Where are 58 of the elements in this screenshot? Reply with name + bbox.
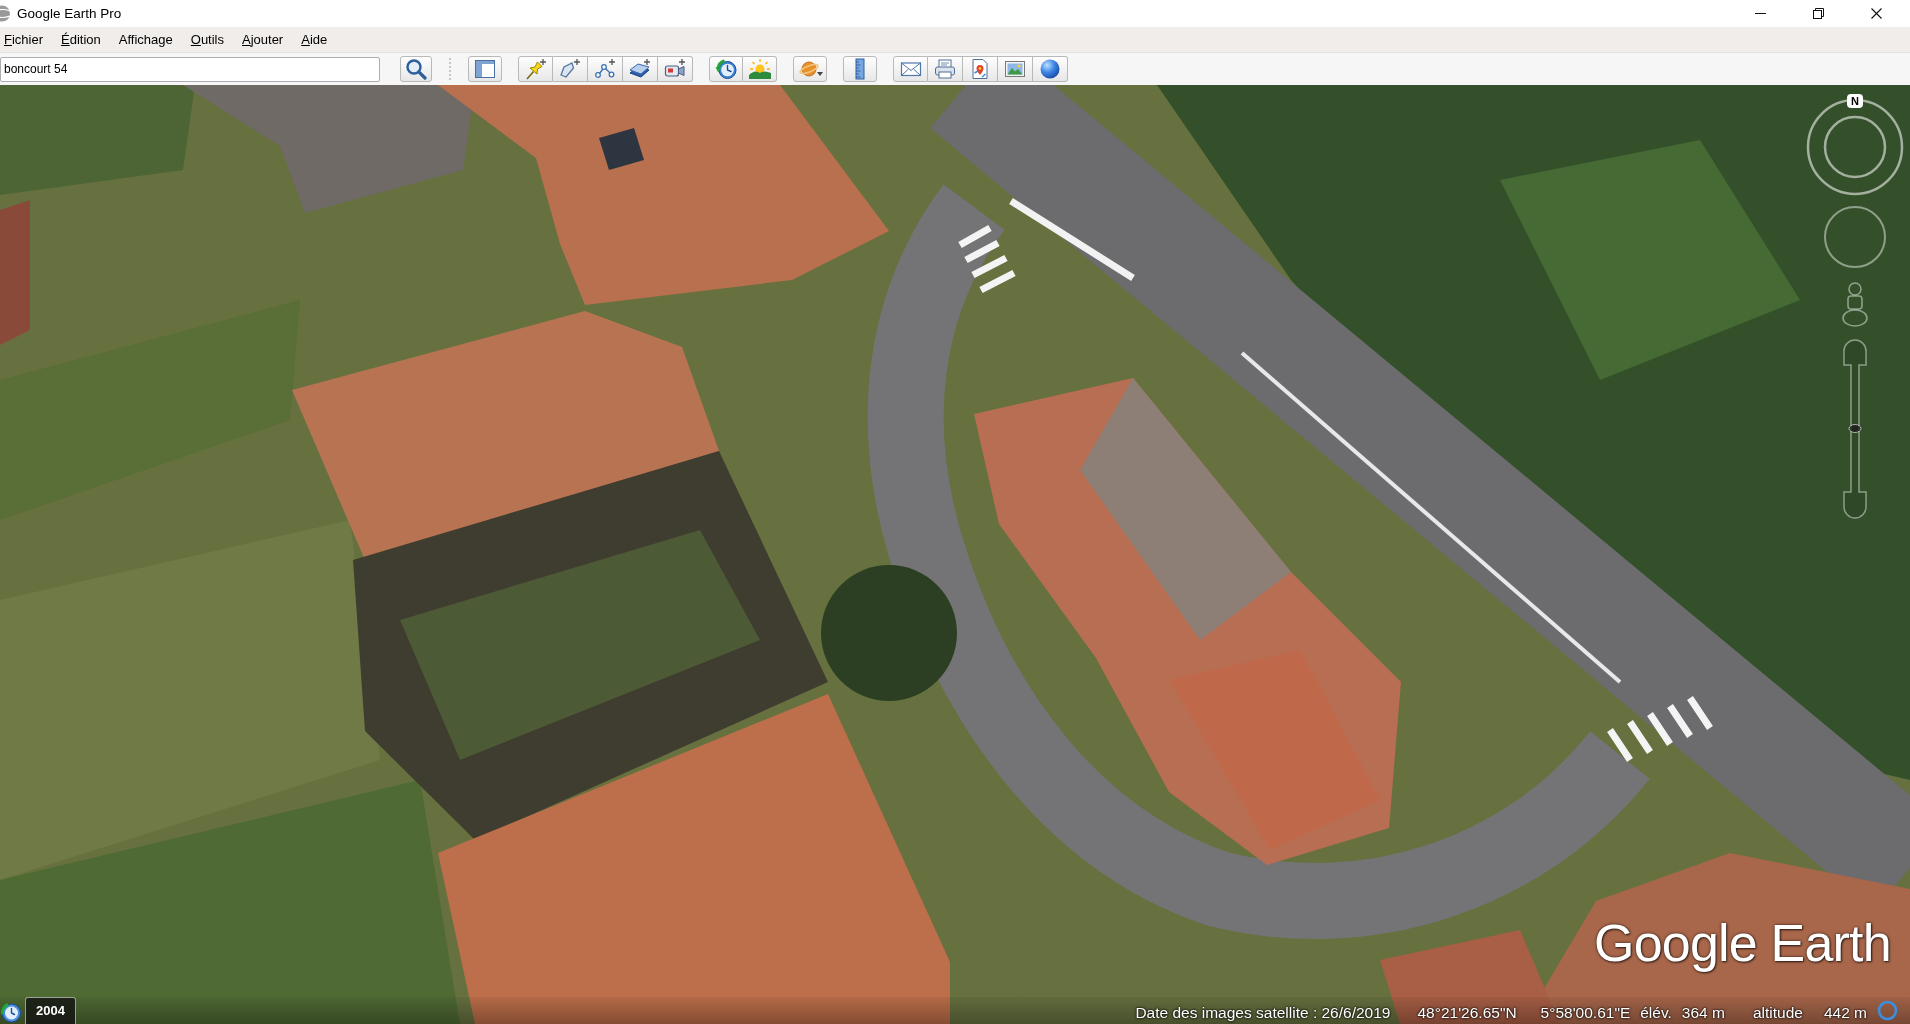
sphere-icon	[1039, 58, 1061, 80]
menu-item[interactable]: Affichage	[109, 28, 182, 51]
picture-icon	[1004, 58, 1026, 80]
clock-icon[interactable]	[0, 1002, 21, 1023]
sidebar-panel-icon	[474, 58, 496, 80]
path-plus-icon	[594, 58, 616, 80]
placemark-button[interactable]	[518, 56, 553, 82]
minimize-icon	[1754, 13, 1766, 14]
longitude-value: 5°58'00.61"E	[1540, 1002, 1631, 1022]
email-button[interactable]	[893, 56, 928, 82]
imagery-date-label: Date des images satellite : 26/6/2019	[1135, 1002, 1391, 1022]
planet-icon	[799, 58, 821, 80]
pushpin-plus-icon	[524, 58, 547, 80]
menu-item[interactable]: Fichier	[0, 28, 53, 51]
window-title: Google Earth Pro	[17, 6, 122, 21]
planet-button[interactable]	[793, 56, 827, 82]
close-icon	[1870, 8, 1882, 19]
ring-icon	[1877, 1000, 1898, 1021]
altitude-value: 442 m	[1823, 1002, 1867, 1022]
layer-plus-icon	[629, 58, 651, 80]
latitude-value: 48°21'26.65"N	[1417, 1002, 1517, 1022]
look-control[interactable]	[1824, 206, 1886, 268]
map-view-button[interactable]	[963, 56, 998, 82]
overlay-button[interactable]	[623, 56, 658, 82]
tour-button[interactable]	[658, 56, 693, 82]
menu-item[interactable]: Ajouter	[233, 28, 293, 51]
sun-landscape-icon	[748, 58, 771, 80]
zoom-slider[interactable]	[1843, 339, 1867, 519]
compass-north-label[interactable]: N	[1847, 94, 1863, 108]
map-logo: Google Earth	[1594, 913, 1891, 973]
polygon-button[interactable]	[553, 56, 588, 82]
altitude-label: altitude	[1752, 1002, 1803, 1022]
caret-icon	[817, 72, 823, 76]
historical-imagery-button[interactable]	[709, 56, 743, 82]
compass-control[interactable]	[1806, 98, 1904, 196]
elevation-label: élév.	[1640, 1002, 1672, 1022]
elevation-value: 364 m	[1681, 1002, 1725, 1022]
search-button[interactable]	[400, 56, 432, 82]
menu-item[interactable]: Outils	[181, 28, 233, 51]
restore-icon	[1812, 8, 1824, 19]
sunlight-button[interactable]	[743, 56, 777, 82]
search-field[interactable]: boncourt 54	[0, 56, 380, 82]
polygon-plus-icon	[559, 58, 581, 80]
pegman-icon[interactable]	[1842, 282, 1868, 327]
path-button[interactable]	[588, 56, 623, 82]
map-document-icon	[969, 58, 991, 80]
imagery-year[interactable]: 2004	[25, 997, 76, 1024]
sidebar-button[interactable]	[468, 56, 502, 82]
globe-button[interactable]	[1033, 56, 1068, 82]
menu-item[interactable]: Édition	[52, 28, 110, 51]
menu-item[interactable]: Aide	[292, 28, 337, 51]
printer-icon	[934, 58, 956, 80]
print-button[interactable]	[928, 56, 963, 82]
ruler-button[interactable]	[843, 56, 877, 82]
zoom-slider-thumb[interactable]	[1848, 424, 1862, 433]
save-image-button[interactable]	[998, 56, 1033, 82]
camera-plus-icon	[664, 58, 686, 80]
search-icon	[405, 58, 427, 80]
